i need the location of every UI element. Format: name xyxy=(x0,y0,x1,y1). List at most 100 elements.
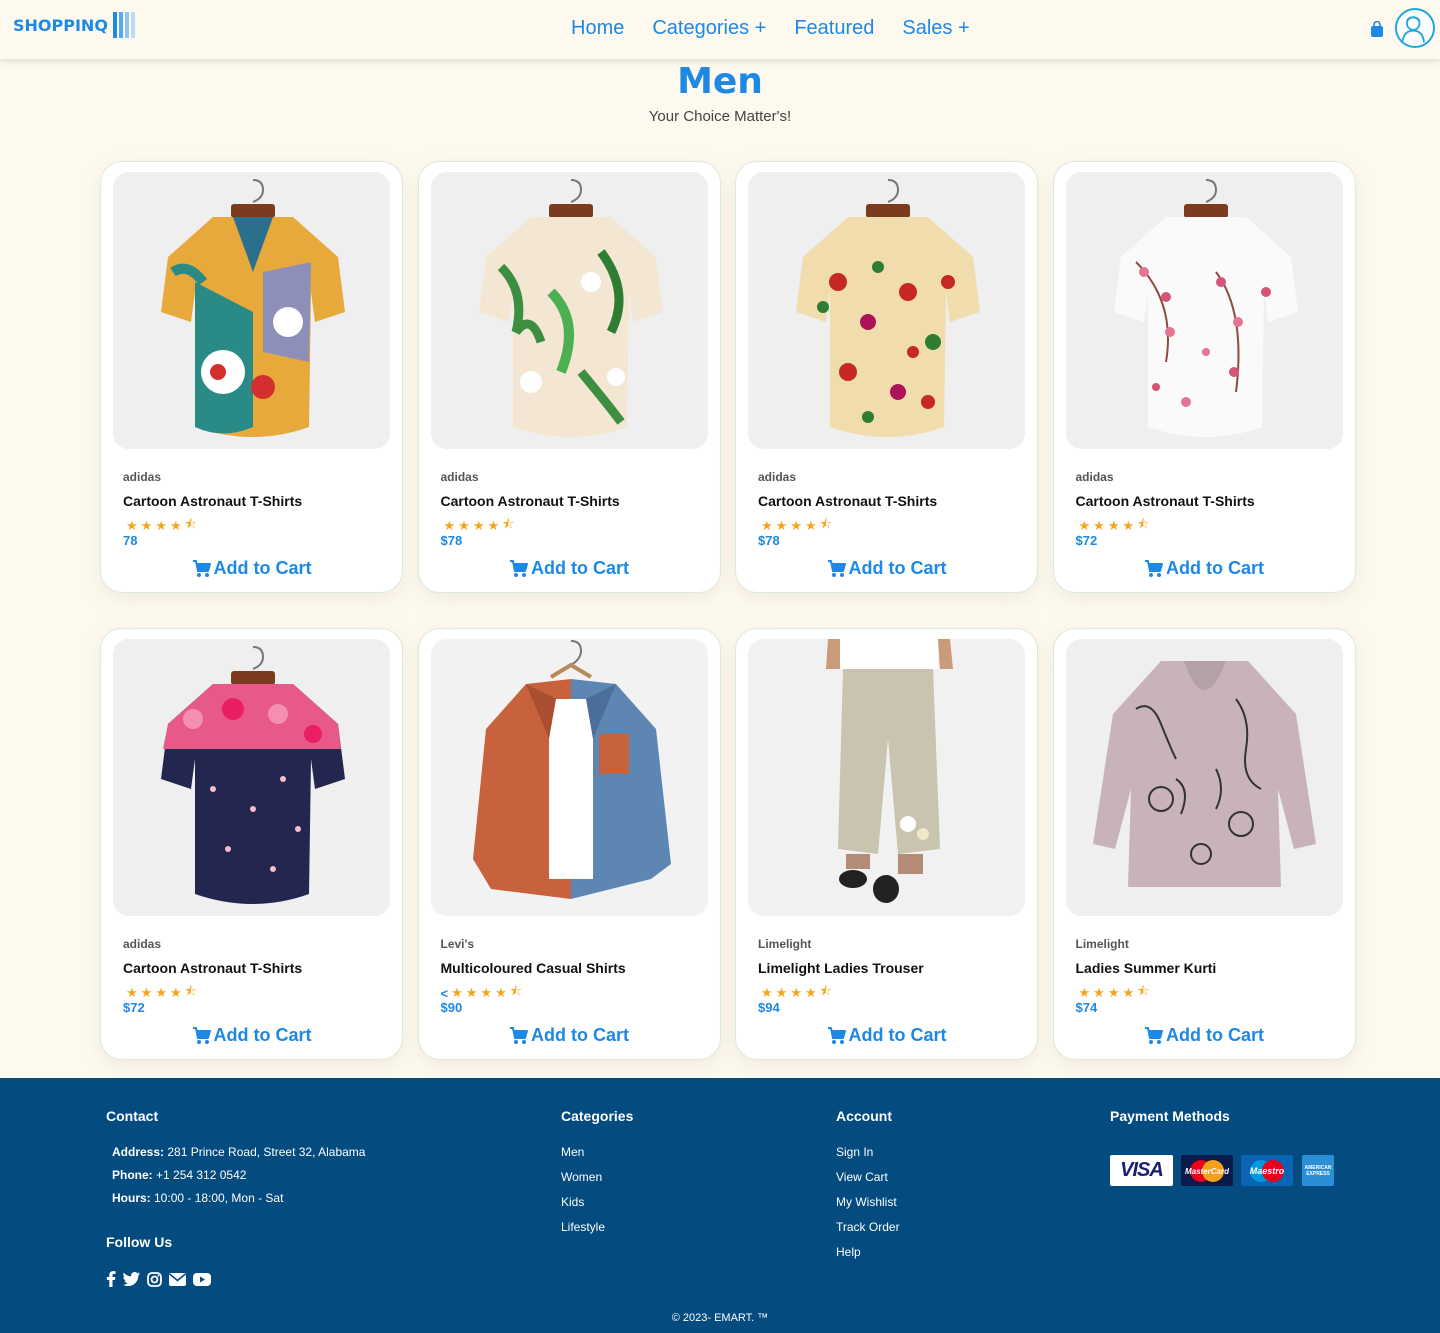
logo-text: SHOPPINQ xyxy=(13,15,108,35)
product-card[interactable]: adidas Cartoon Astronaut T-Shirts ★ ★ ★ ★ ⯪ … xyxy=(100,628,403,1060)
nav-link-home[interactable]: Home xyxy=(571,17,624,40)
footer-link-track-order[interactable]: Track Order xyxy=(836,1220,900,1234)
product-price: $78 xyxy=(440,533,463,548)
star-half-icon: ⯪ xyxy=(502,516,515,531)
footer-link-help[interactable]: Help xyxy=(836,1245,861,1259)
product-name[interactable]: Cartoon Astronaut T-Shirts xyxy=(441,493,620,509)
star-icon: ★ xyxy=(1107,985,1120,1000)
nav-link-featured[interactable]: Featured xyxy=(794,17,874,40)
star-icon: ★ xyxy=(140,518,153,533)
product-image[interactable] xyxy=(1065,639,1343,916)
mastercard-icon: MasterCard xyxy=(1181,1155,1233,1186)
add-to-cart-label: Add to Cart xyxy=(213,558,312,578)
follow-heading: Follow Us xyxy=(106,1234,173,1250)
product-name[interactable]: Cartoon Astronaut T-Shirts xyxy=(123,960,302,976)
add-to-cart-button[interactable]: Add to Cart xyxy=(1054,1025,1355,1046)
product-card[interactable]: adidas Cartoon Astronaut T-Shirts ★ ★ ★ ★ ⯪ … xyxy=(1052,161,1356,593)
product-name[interactable]: Cartoon Astronaut T-Shirts xyxy=(123,493,302,509)
product-image[interactable] xyxy=(1065,172,1343,449)
product-image[interactable] xyxy=(430,639,708,916)
add-to-cart-label: Add to Cart xyxy=(213,1025,312,1045)
facebook-icon[interactable] xyxy=(106,1271,116,1287)
product-price: $72 xyxy=(123,1000,145,1015)
footer-link-women[interactable]: Women xyxy=(561,1170,602,1184)
cart-icon[interactable] xyxy=(1369,21,1385,38)
footer-link-sign-in[interactable]: Sign In xyxy=(836,1145,873,1159)
nav-link-categories[interactable]: Categories + xyxy=(652,17,766,40)
shopping-cart-icon xyxy=(510,1026,528,1044)
star-icon: ★ xyxy=(804,985,817,1000)
product-card[interactable]: Levi's Multicoloured Casual Shirts < ★ ★ ★… xyxy=(417,628,721,1060)
product-price: $74 xyxy=(1075,1000,1098,1015)
product-image[interactable] xyxy=(430,172,708,449)
footer-link-wishlist[interactable]: My Wishlist xyxy=(836,1195,897,1209)
product-brand: adidas xyxy=(440,470,479,484)
svg-text:MasterCard: MasterCard xyxy=(1185,1167,1230,1176)
copyright-text: © 2023- EMART. ™ xyxy=(671,1312,769,1324)
twitter-icon[interactable] xyxy=(123,1272,140,1286)
product-image[interactable] xyxy=(113,172,390,449)
product-card[interactable]: Limelight Ladies Summer Kurti ★ ★ ★ ★ ⯪ $74 … xyxy=(1052,628,1356,1060)
product-name[interactable]: Multicoloured Casual Shirts xyxy=(441,960,626,976)
star-icon: ★ xyxy=(487,518,500,533)
instagram-icon[interactable] xyxy=(147,1271,162,1287)
add-to-cart-button[interactable]: Add to Cart xyxy=(419,1025,720,1046)
product-card[interactable]: Limelight Limelight Ladies Trouser ★ ★ ★ ★ ⯪… xyxy=(735,628,1038,1060)
star-half-icon: ⯪ xyxy=(184,516,197,531)
product-card[interactable]: adidas Cartoon Astronaut T-Shirts ★ ★ ★ ★ ⯪ … xyxy=(417,161,721,593)
site-footer: Contact Address: 281 Prince Road, Street… xyxy=(0,1078,1440,1333)
product-name[interactable]: Ladies Summer Kurti xyxy=(1076,960,1217,976)
star-icon: ★ xyxy=(495,985,507,1000)
main-nav: Home Categories + Featured Sales + xyxy=(571,17,998,40)
star-icon: ★ xyxy=(451,985,463,1000)
product-brand: adidas xyxy=(123,470,162,484)
star-icon: ★ xyxy=(443,518,456,533)
star-icon: ★ xyxy=(458,518,470,533)
product-card[interactable]: adidas Cartoon Astronaut T-Shirts ★ ★ ★ ★ ⯪ … xyxy=(100,161,403,593)
add-to-cart-button[interactable]: Add to Cart xyxy=(101,1025,402,1046)
envelope-icon[interactable] xyxy=(169,1272,186,1286)
add-to-cart-button[interactable]: Add to Cart xyxy=(101,558,402,579)
product-card[interactable]: adidas Cartoon Astronaut T-Shirts ★ ★ ★ ★ ⯪ … xyxy=(735,161,1038,593)
add-to-cart-button[interactable]: Add to Cart xyxy=(736,558,1037,579)
product-name[interactable]: Cartoon Astronaut T-Shirts xyxy=(758,493,937,509)
footer-link-kids[interactable]: Kids xyxy=(561,1195,584,1209)
footer-link-view-cart[interactable]: View Cart xyxy=(836,1170,888,1184)
star-icon: ★ xyxy=(790,518,802,533)
user-avatar-icon[interactable] xyxy=(1395,8,1435,48)
add-to-cart-label: Add to Cart xyxy=(848,558,947,578)
product-price: $90 xyxy=(440,1000,463,1015)
star-icon: ★ xyxy=(155,518,167,533)
add-to-cart-button[interactable]: Add to Cart xyxy=(1054,558,1355,579)
product-name[interactable]: Limelight Ladies Trouser xyxy=(758,960,924,976)
product-brand: Limelight xyxy=(758,937,812,951)
star-icon: ★ xyxy=(1107,518,1120,533)
add-to-cart-label: Add to Cart xyxy=(1166,1025,1264,1045)
star-icon: ★ xyxy=(126,518,138,533)
brand-logo[interactable]: SHOPPINQ xyxy=(13,12,135,38)
nav-link-sales[interactable]: Sales + xyxy=(902,17,969,40)
product-image[interactable] xyxy=(748,639,1025,916)
shopping-cart-icon xyxy=(827,1026,846,1044)
star-icon: ★ xyxy=(472,518,485,533)
add-to-cart-button[interactable]: Add to Cart xyxy=(419,558,720,579)
product-brand: adidas xyxy=(758,470,797,484)
star-half-icon: ⯪ xyxy=(509,983,523,998)
product-image[interactable] xyxy=(748,172,1025,449)
star-icon: ★ xyxy=(169,985,182,1000)
star-icon: ★ xyxy=(761,985,773,1000)
star-icon: ★ xyxy=(1093,985,1105,1000)
youtube-icon[interactable] xyxy=(193,1272,211,1286)
product-name[interactable]: Cartoon Astronaut T-Shirts xyxy=(1076,493,1255,509)
star-half-icon: ⯪ xyxy=(819,516,832,531)
product-image[interactable] xyxy=(113,639,390,916)
footer-link-lifestyle[interactable]: Lifestyle xyxy=(561,1220,605,1234)
add-to-cart-button[interactable]: Add to Cart xyxy=(736,1025,1037,1046)
top-navbar: SHOPPINQ Home Categories + Featured Sale… xyxy=(0,0,1440,59)
contact-address: Address: 281 Prince Road, Street 32, Ala… xyxy=(112,1145,366,1159)
star-icon: ★ xyxy=(140,985,153,1000)
product-price: $94 xyxy=(758,1000,780,1015)
footer-link-men[interactable]: Men xyxy=(561,1145,584,1159)
shopping-cart-icon xyxy=(1145,559,1163,577)
payment-heading: Payment Methods xyxy=(1110,1108,1230,1124)
